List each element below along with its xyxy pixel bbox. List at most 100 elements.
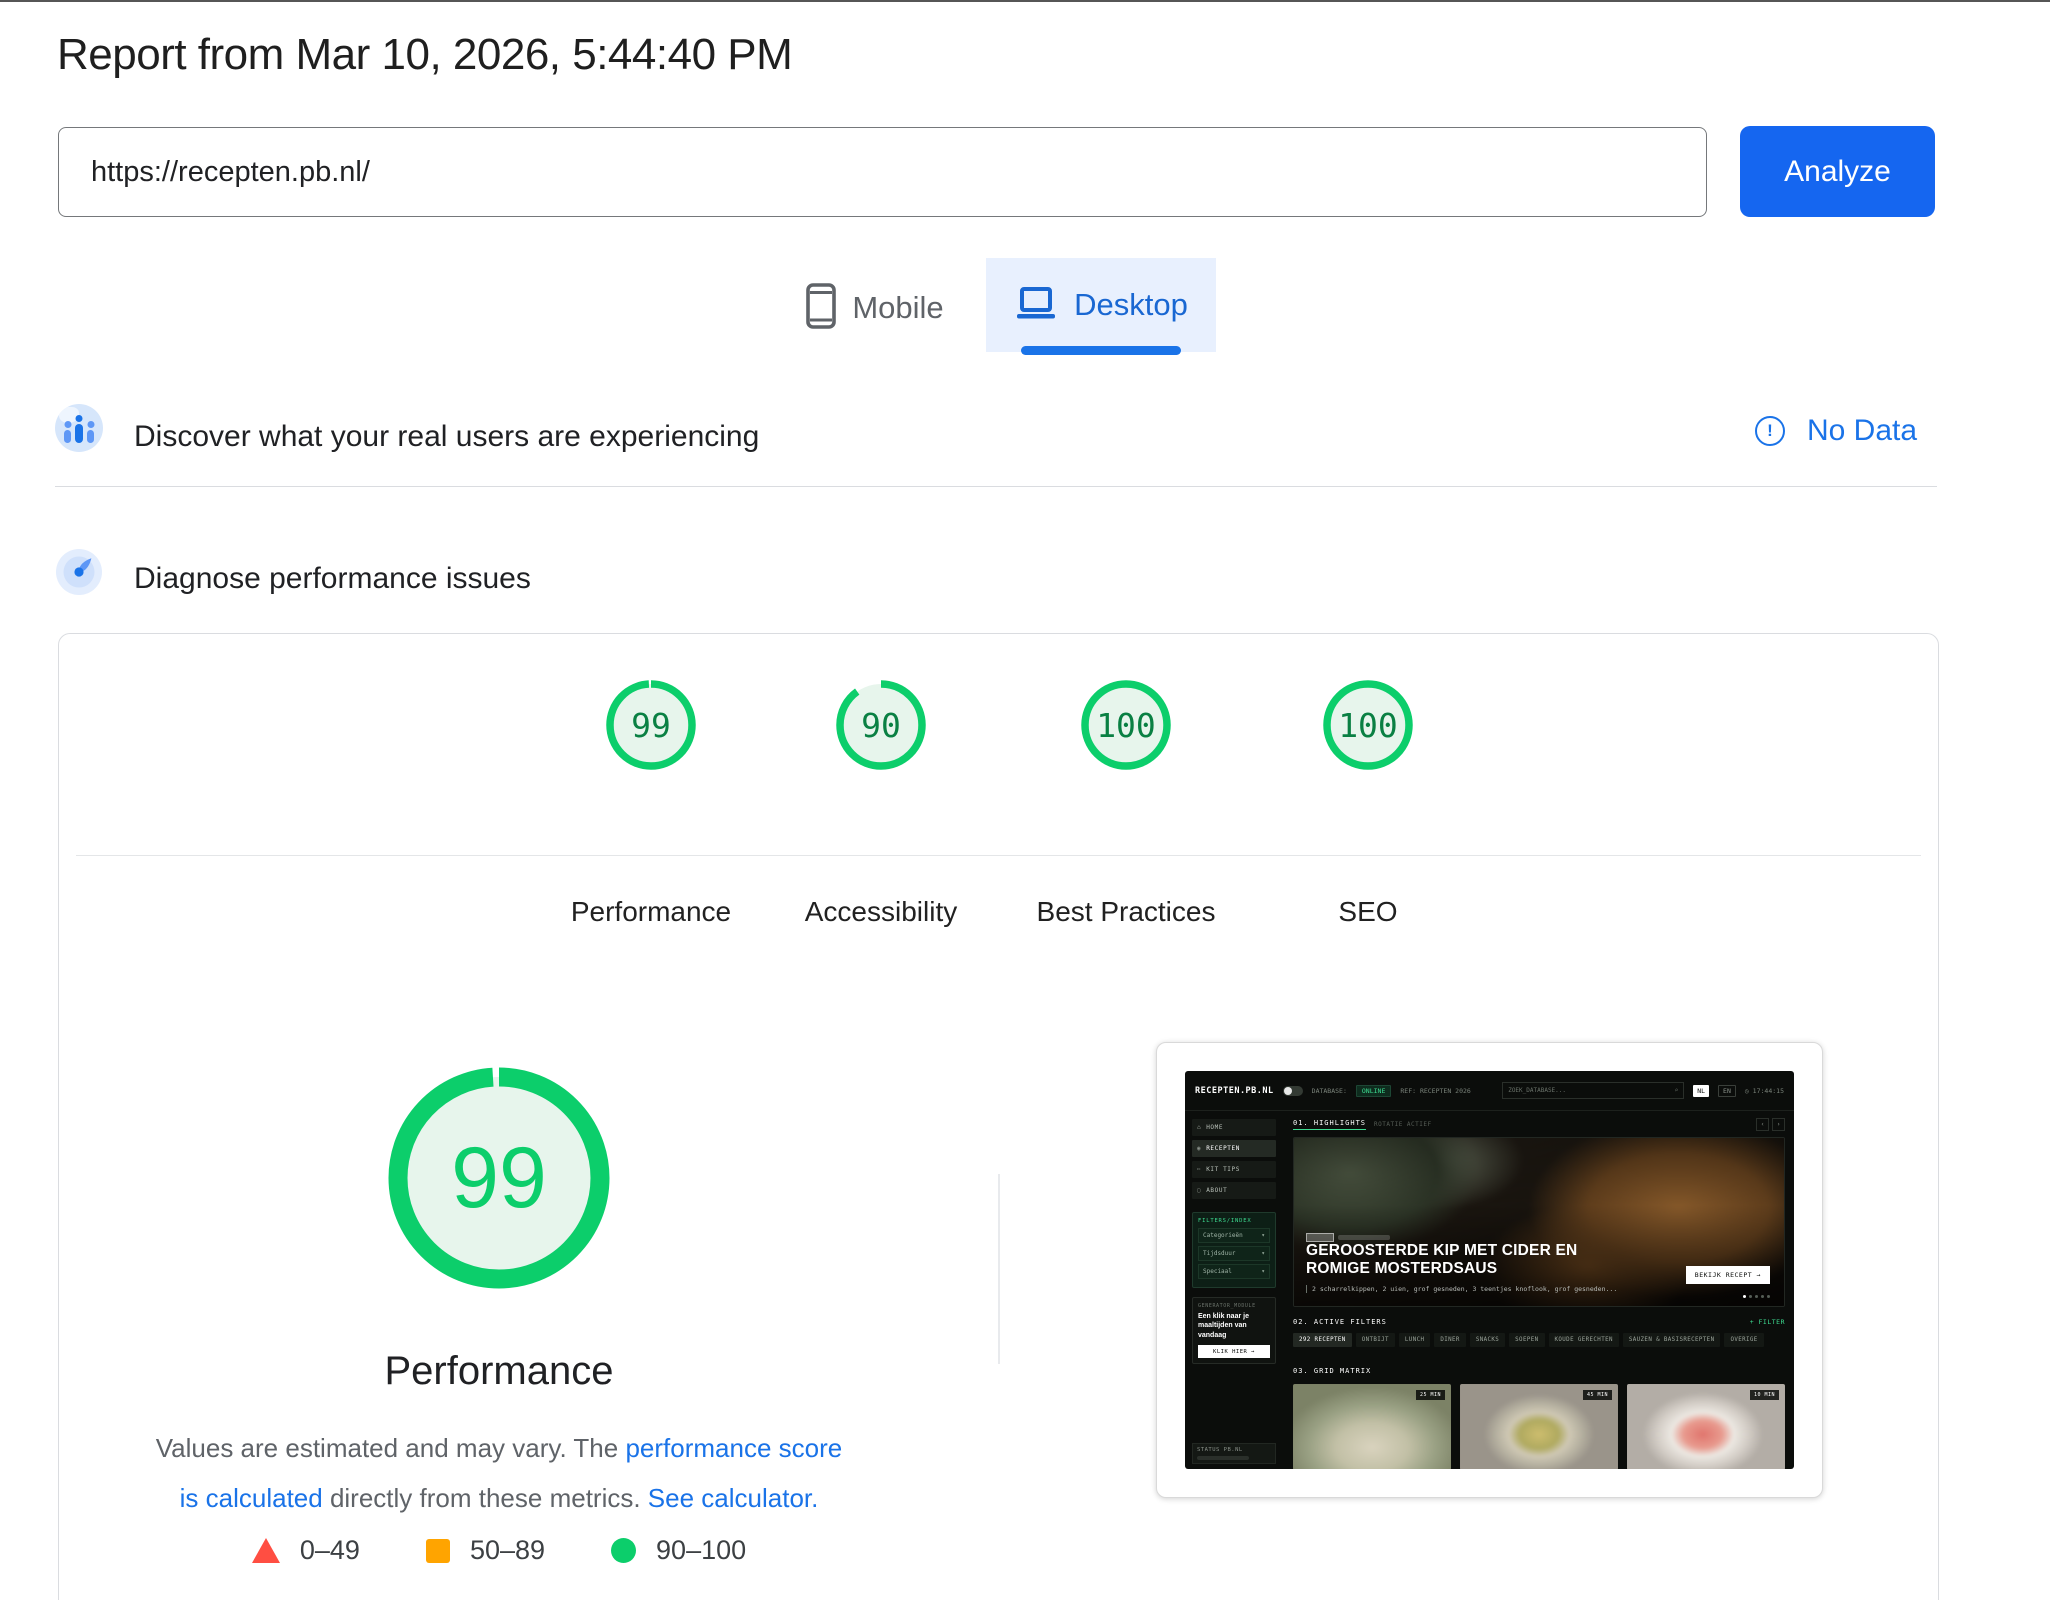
next-arrow-icon: › [1772,1118,1785,1131]
mini-hero-title: GEROOSTERDE KIP MET CIDER EN ROMIGE MOST… [1306,1242,1578,1278]
mini-nav-recepten: ◉ RECEPTEN [1192,1140,1276,1157]
scissors-icon: ✂ [1197,1166,1202,1173]
legend-item-average: 50–89 [425,1535,546,1566]
mini-highlights-sub: ROTATIE ACTIEF [1374,1121,1432,1128]
red-triangle-icon [251,1538,280,1563]
score-gauge-best-practices[interactable]: 100 Best Practices [1026,679,1226,928]
mini-search-field: ZOEK_DATABASE... ⌕ [1502,1082,1685,1099]
tab-mobile[interactable]: Mobile [780,262,970,354]
mini-status-title: STATUS PB.NL [1197,1447,1243,1453]
about-icon: ▢ [1197,1187,1202,1194]
tab-desktop[interactable]: Desktop [986,258,1216,352]
time-badge: 10 MIN [1749,1390,1779,1400]
mini-site: RECEPTEN.PB.NL DATABASE: ONLINE REF: REC… [1185,1071,1794,1469]
mini-highlights-title: 01. HIGHLIGHTS [1293,1119,1367,1130]
lighthouse-card: 99 Performance 90 Accessibility 100 Best… [58,633,1939,1600]
mini-ref: REF: RECEPTEN 2026 [1400,1086,1471,1095]
mini-clock: ◷ 17:44:15 [1744,1086,1784,1095]
performance-gauge-label: Performance [384,1349,614,1393]
page-screenshot-thumbnail[interactable]: RECEPTEN.PB.NL DATABASE: ONLINE REF: REC… [1156,1042,1823,1498]
mini-hero-cta: BEKIJK RECEPT → [1685,1266,1770,1284]
score-gauge-performance[interactable]: 99 Performance [551,679,751,928]
score-gauge-accessibility[interactable]: 90 Accessibility [781,679,981,928]
mini-online-badge: ONLINE [1355,1084,1392,1097]
mini-filter-tijdsduur: Tijdsduur ▾ [1198,1246,1270,1261]
mini-nav-label: ABOUT [1206,1187,1228,1194]
disclaimer-text: directly from these metrics. [322,1483,648,1513]
page-title: Report from Mar 10, 2026, 5:44:40 PM [57,30,793,79]
vertical-divider [998,1174,1000,1364]
mini-nav-label: HOME [1206,1124,1224,1131]
recipes-icon: ◉ [1197,1145,1202,1152]
tab-desktop-active-indicator [1021,346,1181,355]
score-value: 100 [1096,705,1156,745]
mini-search-placeholder: ZOEK_DATABASE... [1508,1087,1566,1094]
no-data-link[interactable]: ! No Data [1755,414,1917,448]
chevron-down-icon: ▾ [1261,1268,1265,1275]
score-label: SEO [1338,896,1398,927]
mini-hero-caption: 2 scharrelkippen, 2 uien, grof gesneden,… [1306,1285,1632,1293]
score-label: Accessibility [804,896,958,927]
mini-filters-panel: FILTERS/INDEX Categorieën ▾ Tijdsduur ▾ … [1192,1212,1276,1288]
window-top-edge [0,0,2050,2]
mini-nav-kit-tips: ✂ KIT TIPS [1192,1161,1276,1178]
legend-item-pass: 90–100 [611,1535,746,1566]
mini-nav-label: RECEPTEN [1206,1145,1240,1152]
mini-hero: GEROOSTERDE KIP MET CIDER EN ROMIGE MOST… [1293,1137,1785,1307]
crux-section-title: Discover what your real users are experi… [134,420,760,453]
mini-nav-about: ▢ ABOUT [1192,1182,1276,1199]
real-users-icon [55,404,103,452]
see-calculator-link[interactable]: See calculator. [648,1483,819,1513]
score-disclaimer: Values are estimated and may vary. The p… [149,1423,849,1523]
mobile-phone-icon [806,282,837,334]
pagespeed-report-page: Report from Mar 10, 2026, 5:44:40 PM Ana… [0,0,2050,1600]
mini-recipe-tile-watermelon: 10 MIN [1627,1384,1785,1469]
section-divider [55,486,1937,487]
mini-generator-label: GENERATOR_MODULE [1198,1303,1256,1309]
time-badge: 25 MIN [1415,1390,1445,1400]
green-circle-icon [611,1538,637,1563]
mini-sidebar: ⌂ HOME ◉ RECEPTEN ✂ KIT TIPS ▢ ABOUT FIL… [1185,1111,1281,1469]
analyze-button[interactable]: Analyze [1740,126,1935,217]
prev-arrow-icon: ‹ [1756,1118,1769,1131]
score-label: Performance [570,896,732,927]
mini-carousel-arrows: ‹ › [1756,1118,1785,1131]
mini-filter-categorieen: Categorieën ▾ [1198,1228,1270,1243]
mini-status-subtext-bar [1197,1456,1249,1460]
legend-item-fail: 0–49 [251,1535,360,1566]
score-label: Best Practices [1036,896,1216,927]
legend-range: 90–100 [656,1535,747,1565]
diagnose-gauge-icon [55,548,103,596]
mini-active-filters-title: 02. ACTIVE FILTERS [1293,1318,1387,1326]
mini-filters-title: FILTERS/INDEX [1198,1218,1252,1224]
diagnose-section-title: Diagnose performance issues [134,562,531,595]
home-icon: ⌂ [1197,1124,1202,1131]
score-value: 90 [861,705,901,745]
desktop-laptop-icon [1014,286,1058,325]
mini-database-label: DATABASE: [1311,1086,1347,1095]
legend-range: 0–49 [299,1535,360,1565]
mini-recipe-tile-salad: 25 MIN [1293,1384,1451,1469]
mini-status-box: STATUS PB.NL [1192,1443,1276,1464]
score-legend: 0–49 50–89 90–100 [149,1535,849,1566]
url-input[interactable] [58,127,1707,217]
mini-hero-meta [1306,1233,1390,1242]
mini-filter-speciaal: Speciaal ▾ [1198,1264,1270,1279]
score-value: 99 [631,705,671,745]
chevron-down-icon: ▾ [1261,1250,1265,1257]
mini-filter-chips: 292 RECEPTEN ONTBIJT LUNCH DINER SNACKS … [1293,1333,1785,1347]
legend-range: 50–89 [469,1535,546,1565]
tab-desktop-label: Desktop [1074,287,1188,322]
mini-generator-text: Een klik naar je maaltijden van vandaag [1198,1313,1249,1339]
performance-score-value[interactable]: 99 [379,1058,619,1298]
mini-grid-title: 03. GRID MATRIX [1293,1367,1372,1375]
mini-search-icon: ⌕ [1674,1087,1679,1094]
score-gauge-seo[interactable]: 100 SEO [1268,679,1468,928]
info-icon: ! [1755,416,1785,446]
mini-theme-toggle [1282,1085,1303,1096]
mini-lang-nl: NL [1693,1084,1710,1097]
chevron-down-icon: ▾ [1261,1232,1265,1239]
no-data-label: No Data [1807,414,1918,447]
time-badge: 45 MIN [1582,1390,1612,1400]
tab-mobile-label: Mobile [852,290,944,325]
